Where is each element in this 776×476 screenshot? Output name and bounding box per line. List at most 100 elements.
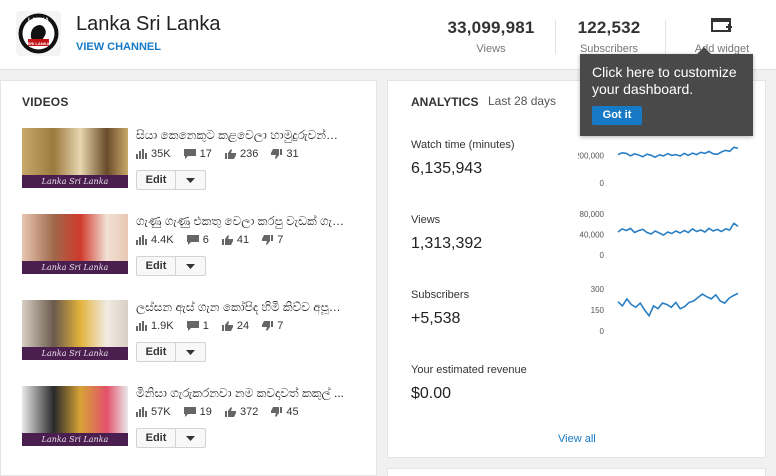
logo-text-top: LANKA xyxy=(28,18,50,24)
edit-menu-button[interactable] xyxy=(176,342,206,362)
view-channel-link[interactable]: VIEW CHANNEL xyxy=(76,41,161,53)
tooltip-arrow xyxy=(697,47,711,54)
video-metrics: 1.9K 1 24 7 xyxy=(136,320,293,334)
edit-menu-button[interactable] xyxy=(176,256,206,276)
stat-divider xyxy=(665,20,666,54)
views-label: Views xyxy=(476,43,506,55)
analytics-panel: ANALYTICS Last 28 days Watch time (minut… xyxy=(387,80,766,458)
likes-metric: 41 xyxy=(221,234,250,246)
edit-button-group: Edit xyxy=(136,342,206,362)
edit-button-group: Edit xyxy=(136,256,206,276)
dislikes-value: 7 xyxy=(277,234,284,246)
edit-menu-button[interactable] xyxy=(176,428,206,448)
video-title[interactable]: මිනිසා ගැරුකරනවා නම කවදාවත් කකුල් ... xyxy=(136,386,346,401)
edit-button-group: Edit xyxy=(136,170,206,190)
likes-value: 236 xyxy=(239,148,259,160)
next-panel-edge xyxy=(387,468,766,476)
subscribers-stat: 122,532 Subscribers xyxy=(574,18,644,55)
video-row: Lanka Sri Lanka මිනිසා ගැරුකරනවා නම කවදා… xyxy=(22,386,367,452)
logo-text-bottom: SRI LANKA xyxy=(28,41,50,46)
bar-chart-icon xyxy=(136,235,147,245)
add-widget-button[interactable]: Add widget xyxy=(682,18,762,55)
likes-value: 24 xyxy=(236,320,250,332)
tick-label: 0 xyxy=(600,179,605,188)
bar-chart-icon xyxy=(136,407,147,417)
views-value: 57K xyxy=(151,406,171,418)
analytics-title: ANALYTICS xyxy=(411,95,479,109)
edit-button[interactable]: Edit xyxy=(136,428,176,448)
likes-value: 41 xyxy=(236,234,250,246)
thumbnail-caption: Lanka Sri Lanka xyxy=(22,175,128,188)
video-row: Lanka Sri Lanka ගැණු ගැණු එකතු වෙලා කරපු… xyxy=(22,214,367,280)
dislikes-value: 45 xyxy=(286,406,299,418)
edit-button[interactable]: Edit xyxy=(136,170,176,190)
dislikes-value: 7 xyxy=(277,320,284,332)
view-all-link[interactable]: View all xyxy=(558,433,596,445)
comment-icon xyxy=(183,407,196,417)
video-metrics: 35K 17 236 31 xyxy=(136,148,309,162)
views-sparkline: 0 40,000 80,000 xyxy=(580,210,739,260)
dislikes-metric: 7 xyxy=(262,320,283,332)
channel-logo[interactable]: LANKA SRI LANKA xyxy=(16,11,61,56)
likes-value: 372 xyxy=(239,406,259,418)
video-thumbnail[interactable]: Lanka Sri Lanka xyxy=(22,386,128,446)
video-metrics: 4.4K 6 41 7 xyxy=(136,234,293,248)
dislikes-metric: 7 xyxy=(262,234,283,246)
video-thumbnail[interactable]: Lanka Sri Lanka xyxy=(22,300,128,360)
edit-button-group: Edit xyxy=(136,428,206,448)
video-title[interactable]: ලස්සන ඇස් ගැන කෝපිද හිමි කිව්ව අපූරු ... xyxy=(136,300,346,315)
views-stat: 33,099,981 Views xyxy=(444,18,538,55)
metric-label-revenue: Your estimated revenue xyxy=(411,364,527,376)
video-thumbnail[interactable]: Lanka Sri Lanka xyxy=(22,214,128,274)
comments-value: 19 xyxy=(199,406,212,418)
views-value: 35K xyxy=(151,148,171,160)
edit-menu-button[interactable] xyxy=(176,170,206,190)
series-line xyxy=(617,222,739,237)
thumbs-down-icon xyxy=(271,407,283,417)
likes-metric: 236 xyxy=(224,148,259,160)
edit-button[interactable]: Edit xyxy=(136,256,176,276)
series-line xyxy=(617,292,739,318)
subscribers-count: 122,532 xyxy=(577,18,641,37)
video-row: Lanka Sri Lanka සියා කෙනෙකුට කළවෙලා හාමු… xyxy=(22,128,367,194)
thumbs-down-icon xyxy=(271,149,283,159)
analytics-range: Last 28 days xyxy=(488,94,557,108)
video-thumbnail[interactable]: Lanka Sri Lanka xyxy=(22,128,128,188)
caret-down-icon xyxy=(186,435,195,441)
tooltip-text: Click here to customize your dashboard. xyxy=(592,64,737,97)
metric-value-views: 1,313,392 xyxy=(411,235,483,252)
views-metric: 4.4K xyxy=(136,234,174,246)
thumbs-up-icon xyxy=(224,149,236,159)
bar-chart-icon xyxy=(136,321,147,331)
edit-button[interactable]: Edit xyxy=(136,342,176,362)
video-row: Lanka Sri Lanka ලස්සන ඇස් ගැන කෝපිද හිමි… xyxy=(22,300,367,366)
thumbs-up-icon xyxy=(221,321,233,331)
likes-metric: 24 xyxy=(221,320,250,332)
views-value: 4.4K xyxy=(151,234,174,246)
bar-chart-icon xyxy=(136,149,147,159)
video-title[interactable]: ගැණු ගැණු එකතු වෙලා කරපු වැඩක් ගැන... xyxy=(136,214,346,229)
thumbnail-caption: Lanka Sri Lanka xyxy=(22,261,128,274)
thumbs-up-icon xyxy=(221,235,233,245)
video-metrics: 57K 19 372 45 xyxy=(136,406,309,420)
add-widget-icon xyxy=(711,18,732,32)
comment-icon xyxy=(186,321,199,331)
videos-panel: VIDEOS Lanka Sri Lanka සියා කෙනෙකුට කළවෙ… xyxy=(0,80,377,476)
metric-value-watch-time: 6,135,943 xyxy=(411,160,483,177)
metric-label-watch-time: Watch time (minutes) xyxy=(411,139,515,151)
watch-time-sparkline: 0 200,000 xyxy=(578,146,739,188)
metric-value-revenue: $0.00 xyxy=(411,385,452,402)
series-line xyxy=(617,146,739,159)
tick-label: 80,000 xyxy=(580,210,605,219)
video-title[interactable]: සියා කෙනෙකුට කළවෙලා හාමුදුරුවන්ට කි... xyxy=(136,128,346,143)
views-metric: 57K xyxy=(136,406,171,418)
dislikes-metric: 45 xyxy=(271,406,299,418)
subscribers-sparkline: 0 150 300 xyxy=(591,285,739,336)
comment-icon xyxy=(183,149,196,159)
channel-name: Lanka Sri Lanka xyxy=(76,13,221,35)
thumbnail-caption: Lanka Sri Lanka xyxy=(22,433,128,446)
dislikes-value: 31 xyxy=(286,148,299,160)
dislikes-metric: 31 xyxy=(271,148,299,160)
got-it-button[interactable]: Got it xyxy=(592,106,642,125)
views-count: 33,099,981 xyxy=(447,18,535,37)
